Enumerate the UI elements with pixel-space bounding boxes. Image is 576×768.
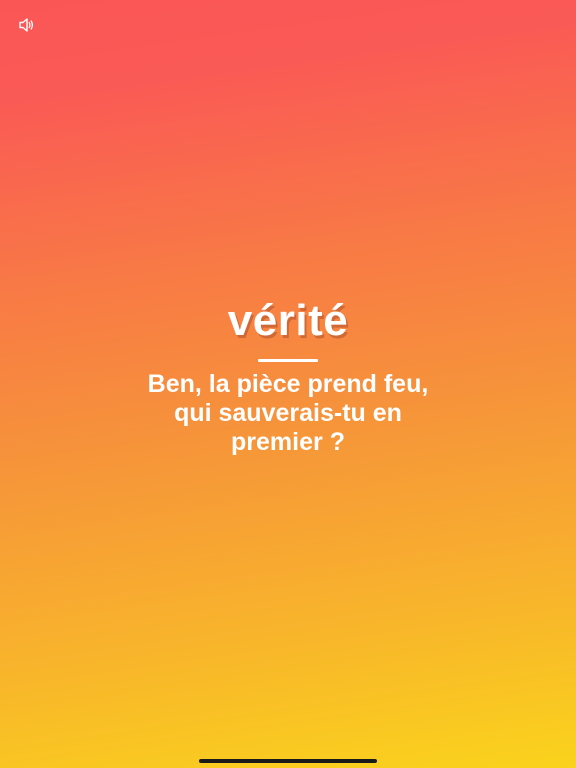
mode-title: vérité bbox=[227, 296, 349, 345]
speaker-volume-icon bbox=[19, 17, 35, 37]
sound-toggle-button[interactable] bbox=[16, 16, 38, 38]
home-indicator[interactable] bbox=[199, 759, 377, 763]
prompt-card[interactable]: vérité Ben, la pièce prend feu, qui sauv… bbox=[0, 292, 576, 457]
question-text: Ben, la pièce prend feu, qui sauverais-t… bbox=[147, 370, 429, 456]
title-divider bbox=[258, 359, 318, 362]
